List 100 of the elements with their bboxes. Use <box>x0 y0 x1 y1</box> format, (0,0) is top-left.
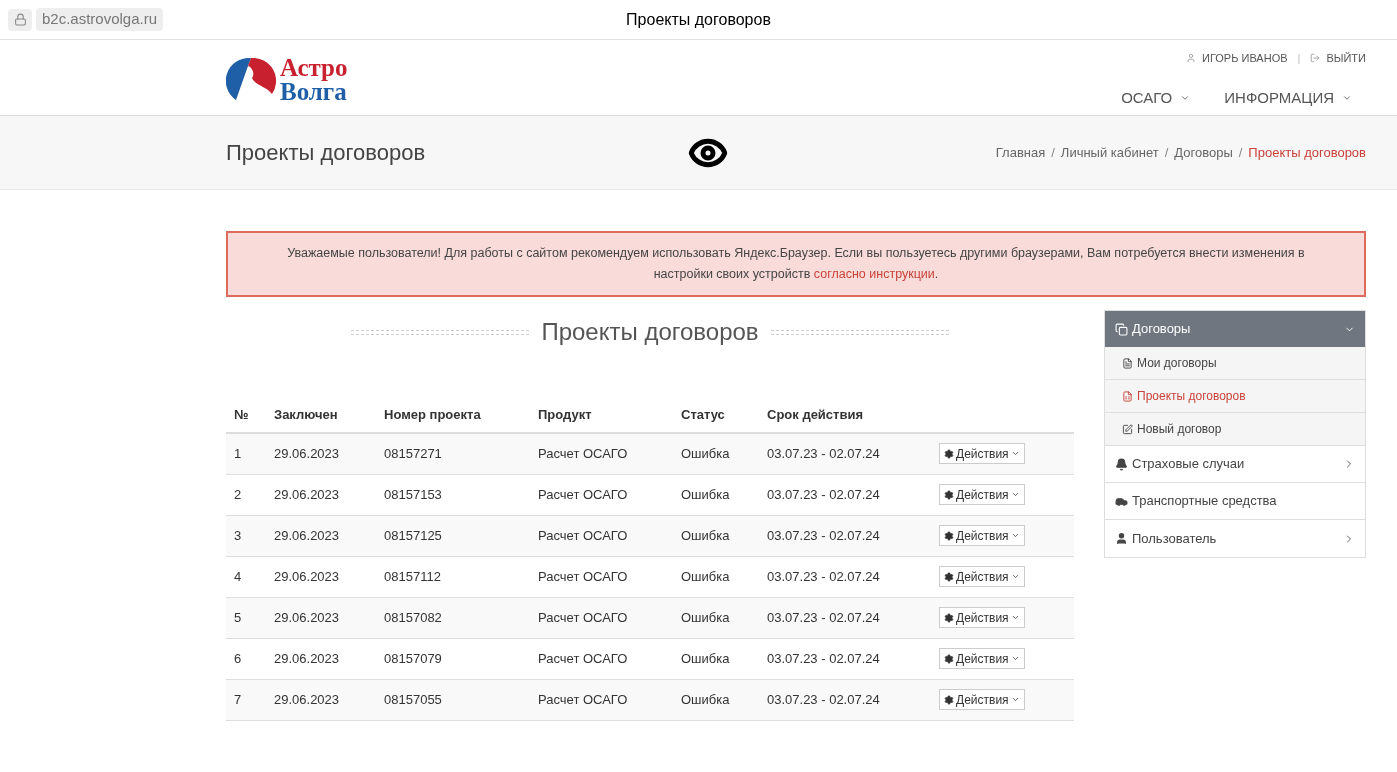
table-cell: Ошибка <box>673 556 759 597</box>
table-cell: Расчет ОСАГО <box>530 474 673 515</box>
column-header: Срок действия <box>759 397 931 433</box>
logo-text: Астро <box>280 55 348 80</box>
table-cell: 6 <box>226 638 266 679</box>
actions-button[interactable]: Действия <box>939 607 1025 628</box>
table-cell: Расчет ОСАГО <box>530 597 673 638</box>
document-icon <box>1122 390 1133 402</box>
actions-button[interactable]: Действия <box>939 566 1025 587</box>
breadcrumb-separator: / <box>1238 143 1243 162</box>
table-cell: Ошибка <box>673 474 759 515</box>
page-title: Проекты договоров <box>226 139 426 167</box>
separator: | <box>1297 51 1301 66</box>
breadcrumb-link[interactable]: Личный кабинет <box>1060 142 1159 163</box>
column-header: № <box>226 397 266 433</box>
logout-icon <box>1310 53 1321 64</box>
breadcrumb-link[interactable]: Договоры <box>1174 142 1233 163</box>
sidebar-item-label: Пользователь <box>1132 529 1217 548</box>
browser-title: Проекты договоров <box>626 9 771 30</box>
breadcrumb-link[interactable]: Главная <box>995 142 1046 163</box>
table-cell: 08157082 <box>376 597 530 638</box>
table-cell: 7 <box>226 679 266 720</box>
address-bar[interactable]: b2c.astrovolga.ru <box>36 8 164 31</box>
caret-icon <box>1010 695 1020 704</box>
caret-icon <box>1010 531 1020 540</box>
table-cell: 29.06.2023 <box>266 433 376 474</box>
table-cell: Расчет ОСАГО <box>530 515 673 556</box>
section-title: Проекты договоров <box>541 317 759 347</box>
table-cell: 3 <box>226 515 266 556</box>
breadcrumb-link[interactable]: Проекты договоров <box>1248 142 1366 163</box>
sidebar-subitem[interactable]: Мои договоры <box>1105 347 1365 380</box>
sidebar-header-label: Договоры <box>1132 320 1191 339</box>
sidebar-subitem[interactable]: Новый договор <box>1105 413 1365 446</box>
table-cell: Ошибка <box>673 679 759 720</box>
table-cell: Расчет ОСАГО <box>530 433 673 474</box>
sidebar-item[interactable]: Транспортные средства <box>1105 483 1365 520</box>
table-cell: 29.06.2023 <box>266 474 376 515</box>
table-cell: 4 <box>226 556 266 597</box>
gear-icon <box>944 653 954 664</box>
alert-text: Уважаемые пользователи! Для работы с сайтом рекомендуем использовать Яндекс.Браузер. Если вы пользуетесь другими браузерами, Вам потребуется внести изменения в настройки своих устройств согласно инструкции. <box>287 246 1305 281</box>
sidebar-item-label: Транспортные средства <box>1132 492 1277 511</box>
table-cell: 29.06.2023 <box>266 556 376 597</box>
table-cell: 03.07.23 - 02.07.24 <box>759 679 931 720</box>
caret-icon <box>1010 613 1020 622</box>
sidebar-subitem[interactable]: Проекты договоров <box>1105 380 1365 413</box>
sidebar-item[interactable]: Пользователь <box>1105 520 1365 557</box>
sidebar-header[interactable]: Договоры <box>1105 311 1365 347</box>
table-cell: 29.06.2023 <box>266 597 376 638</box>
table-cell: 08157125 <box>376 515 530 556</box>
table-cell: 29.06.2023 <box>266 515 376 556</box>
breadcrumb-separator: / <box>1164 143 1169 162</box>
gear-icon <box>944 694 954 705</box>
column-header: Номер проекта <box>376 397 530 433</box>
gear-icon <box>944 489 954 500</box>
table-cell: 5 <box>226 597 266 638</box>
logout-link[interactable]: ВЫЙТИ <box>1326 50 1366 67</box>
caret-icon <box>1010 572 1020 581</box>
caret-icon <box>1010 654 1020 663</box>
lock-icon <box>13 13 27 26</box>
gear-icon <box>944 571 954 582</box>
table-cell: Расчет ОСАГО <box>530 679 673 720</box>
actions-button[interactable]: Действия <box>939 648 1025 669</box>
user-icon <box>1186 53 1197 64</box>
table-cell: 03.07.23 - 02.07.24 <box>759 597 931 638</box>
table-cell: 1 <box>226 433 266 474</box>
gear-icon <box>944 530 954 541</box>
column-header: Заключен <box>266 397 376 433</box>
table-cell: 29.06.2023 <box>266 638 376 679</box>
gear-icon <box>944 612 954 623</box>
table-cell: Ошибка <box>673 638 759 679</box>
table-cell: 03.07.23 - 02.07.24 <box>759 515 931 556</box>
table-cell: Ошибка <box>673 433 759 474</box>
actions-button[interactable]: Действия <box>939 443 1025 465</box>
document-icon <box>1122 357 1133 369</box>
sidebar-item-label: Страховые случаи <box>1132 455 1245 474</box>
table-cell: 08157055 <box>376 679 530 720</box>
table-cell: 03.07.23 - 02.07.24 <box>759 474 931 515</box>
table-cell: 03.07.23 - 02.07.24 <box>759 638 931 679</box>
table-cell: 08157079 <box>376 638 530 679</box>
user-icon <box>1115 532 1128 545</box>
user-link[interactable]: ИГОРЬ ИВАНОВ <box>1202 50 1288 67</box>
table-cell: 03.07.23 - 02.07.24 <box>759 433 931 474</box>
table-cell: 2 <box>226 474 266 515</box>
actions-button[interactable]: Действия <box>939 525 1025 546</box>
bell-icon <box>1115 457 1128 471</box>
table-cell: Ошибка <box>673 515 759 556</box>
table-cell: 03.07.23 - 02.07.24 <box>759 556 931 597</box>
instruction-link[interactable]: согласно инструкции <box>813 267 935 281</box>
table-cell: 08157153 <box>376 474 530 515</box>
table-cell: Расчет ОСАГО <box>530 638 673 679</box>
actions-button[interactable]: Действия <box>939 689 1025 710</box>
column-header: Продукт <box>530 397 673 433</box>
caret-icon <box>1010 490 1020 499</box>
sidebar-item[interactable]: Страховые случаи <box>1105 446 1365 483</box>
nav-menu[interactable]: ИНФОРМАЦИЯ <box>1224 86 1352 109</box>
actions-button[interactable]: Действия <box>939 484 1025 505</box>
table-cell: 08157112 <box>376 556 530 597</box>
breadcrumb-separator: / <box>1051 143 1055 162</box>
nav-menu[interactable]: ОСАГО <box>1121 86 1191 109</box>
table-cell: Ошибка <box>673 597 759 638</box>
